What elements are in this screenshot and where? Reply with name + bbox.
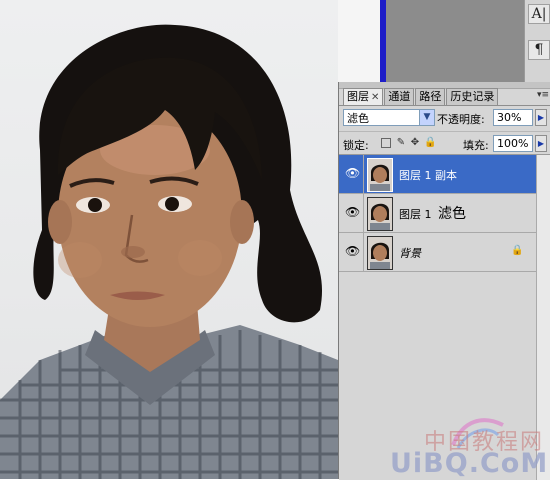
fill-slider-button[interactable]: ▶	[535, 135, 547, 152]
tab-channels[interactable]: 通道	[384, 88, 415, 105]
lock-transparency-icon[interactable]	[381, 138, 391, 148]
layer-name[interactable]: 图层 1	[399, 206, 432, 222]
paragraph-tool-button[interactable]: ¶	[528, 40, 550, 60]
photo-canvas[interactable]	[0, 0, 338, 479]
tab-label: 历史记录	[450, 90, 495, 103]
close-icon[interactable]: ✕	[371, 92, 379, 103]
opacity-label: 不透明度:	[437, 113, 485, 126]
eye-icon[interactable]: 👁	[345, 244, 360, 258]
fill-label: 填充:	[463, 139, 489, 152]
blend-mode-value: 滤色	[347, 112, 369, 125]
watermark-site: UiBQ.CoM	[390, 448, 549, 479]
paragraph-icon: ¶	[534, 42, 544, 58]
blend-mode-select[interactable]: 滤色 ▼	[343, 109, 435, 126]
eye-icon[interactable]: 👁	[345, 166, 360, 180]
lock-brush-icon[interactable]: ✎	[396, 137, 406, 148]
lock-row: 锁定: ✎ ✥ 🔒 填充: 100% ▶	[339, 131, 550, 154]
layer-row[interactable]: 👁 背景 🔒	[339, 233, 536, 272]
opacity-slider-button[interactable]: ▶	[535, 109, 547, 126]
layer-mode-label: 滤色	[438, 206, 466, 222]
layer-thumbnail	[367, 236, 393, 270]
panel-tabs: 图层 ✕ 通道 路径 历史记录	[343, 88, 499, 105]
chevron-right-icon: ▶	[537, 139, 545, 148]
portrait-photo	[0, 24, 338, 479]
layer-name[interactable]: 图层 1 副本	[399, 167, 457, 183]
opacity-input[interactable]: 30%	[493, 109, 533, 126]
divider	[363, 233, 364, 271]
tab-layers[interactable]: 图层 ✕	[343, 88, 384, 105]
tab-history[interactable]: 历史记录	[446, 88, 499, 105]
tab-label: 通道	[388, 90, 411, 103]
layer-row[interactable]: 👁 图层 1 副本	[339, 155, 536, 194]
chevron-down-icon[interactable]: ▼	[419, 110, 434, 125]
text-tool-icon: A|	[531, 6, 547, 22]
chevron-right-icon: ▶	[537, 113, 545, 122]
tab-label: 路径	[419, 90, 442, 103]
layers-panel: 图层 ✕ 通道 路径 历史记录 ▾≡ 滤色 ▼ 不透明度: 30% ▶ 锁定: ✎…	[338, 82, 550, 480]
divider	[363, 155, 364, 193]
layer-name[interactable]: 背景	[399, 245, 421, 261]
panel-menu-icon[interactable]: ▾≡	[537, 90, 549, 100]
lock-all-icon[interactable]: 🔒	[424, 137, 436, 148]
lock-move-icon[interactable]: ✥	[410, 137, 420, 148]
layer-thumbnail	[367, 197, 393, 231]
document-window-edge	[338, 0, 386, 82]
text-tool-button[interactable]: A|	[528, 4, 550, 24]
lock-label: 锁定:	[343, 139, 369, 152]
tab-label: 图层	[347, 90, 369, 103]
layer-thumbnail	[367, 158, 393, 192]
tab-paths[interactable]: 路径	[415, 88, 446, 105]
layer-row[interactable]: 👁 图层 1 滤色	[339, 194, 536, 233]
divider	[363, 194, 364, 232]
lock-icon: 🔒	[511, 245, 524, 256]
blend-row: 滤色 ▼ 不透明度: 30% ▶	[339, 106, 550, 130]
fill-input[interactable]: 100%	[493, 135, 533, 152]
tool-options-column: A| ¶	[524, 0, 550, 82]
eye-icon[interactable]: 👁	[345, 205, 360, 219]
